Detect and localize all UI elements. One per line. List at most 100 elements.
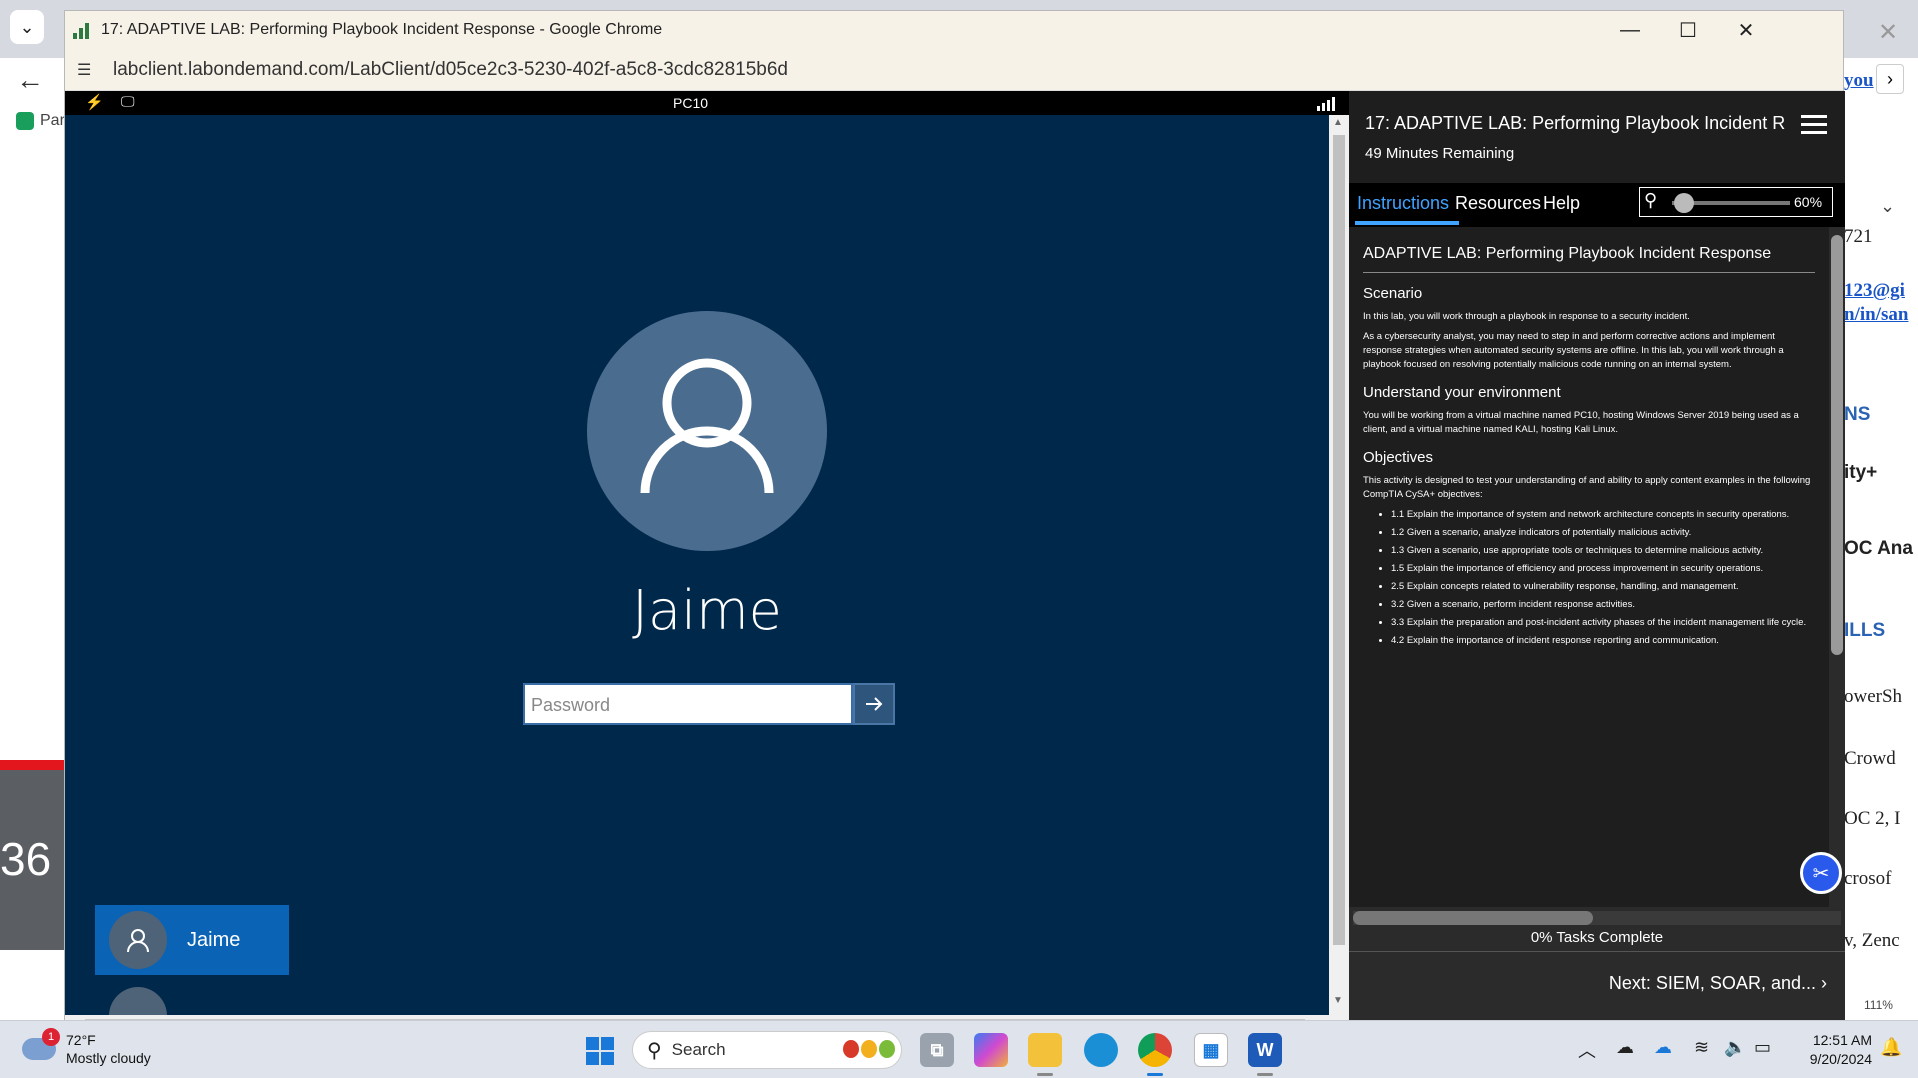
file-explorer-icon[interactable] bbox=[1028, 1033, 1062, 1067]
task-view-icon[interactable]: ⧉ bbox=[920, 1033, 954, 1067]
panel-scroll-thumb[interactable] bbox=[1831, 235, 1843, 655]
site-info-icon[interactable]: ☰ bbox=[77, 60, 97, 80]
background-text-fragment[interactable]: n/in/san bbox=[1844, 304, 1918, 326]
chevron-down-icon[interactable]: ⌄ bbox=[1880, 196, 1895, 217]
search-highlight-icon bbox=[843, 1040, 895, 1058]
weather-condition: Mostly cloudy bbox=[66, 1050, 151, 1066]
chevron-right-icon: › bbox=[1821, 973, 1827, 993]
maximize-button[interactable]: ☐ bbox=[1659, 11, 1717, 49]
scenario-paragraph-1: In this lab, you will work through a pla… bbox=[1363, 311, 1690, 322]
background-text-fragment: OC Ana bbox=[1844, 538, 1913, 559]
background-text-fragment: 721 bbox=[1844, 226, 1873, 247]
scissors-icon[interactable]: ✂ bbox=[1800, 852, 1842, 894]
minimize-button[interactable]: — bbox=[1601, 11, 1659, 49]
url-text[interactable]: labclient.labondemand.com/LabClient/d05c… bbox=[113, 59, 788, 81]
password-input[interactable] bbox=[531, 689, 831, 721]
submit-arrow-button[interactable] bbox=[853, 683, 895, 725]
password-field-frame[interactable] bbox=[523, 683, 853, 725]
user-tile-avatar bbox=[109, 911, 167, 969]
user-tile-jaime[interactable]: Jaime bbox=[95, 905, 289, 975]
zoom-slider-knob[interactable] bbox=[1674, 193, 1694, 213]
red-progress-line bbox=[0, 760, 64, 770]
taskbar-search[interactable]: ⚲ Search bbox=[632, 1031, 902, 1069]
background-text-fragment[interactable]: 123@gi bbox=[1844, 280, 1918, 302]
task-progress-text: 0% Tasks Complete bbox=[1530, 929, 1664, 946]
background-text-fragment: NS bbox=[1844, 404, 1871, 425]
explorer-running-indicator bbox=[1037, 1073, 1053, 1076]
weather-widget[interactable]: 1 72°F Mostly cloudy bbox=[22, 1028, 151, 1067]
tab-help[interactable]: Help bbox=[1543, 193, 1580, 214]
temperature: 72°F bbox=[66, 1032, 96, 1048]
vm-login-screen: Jaime Jaime bbox=[65, 115, 1329, 1015]
objective-item: 3.2 Given a scenario, perform incident r… bbox=[1391, 598, 1815, 612]
address-bar[interactable]: ☰ labclient.labondemand.com/LabClient/d0… bbox=[65, 49, 1843, 91]
tab-instructions[interactable]: Instructions bbox=[1357, 193, 1449, 214]
chrome-icon[interactable] bbox=[1138, 1033, 1172, 1067]
lab-instructions-panel: 17: ADAPTIVE LAB: Performing Playbook In… bbox=[1349, 91, 1845, 1021]
close-button[interactable]: ✕ bbox=[1717, 11, 1775, 49]
task-progress-bar bbox=[1353, 911, 1841, 925]
background-close-icon[interactable]: ✕ bbox=[1878, 18, 1898, 47]
objective-item: 1.2 Given a scenario, analyze indicators… bbox=[1391, 526, 1815, 540]
system-clock[interactable]: 12:51 AM 9/20/2024 bbox=[1792, 1031, 1872, 1069]
lab-browser-window: 17: ADAPTIVE LAB: Performing Playbook In… bbox=[64, 10, 1845, 1035]
taskbar: 1 72°F Mostly cloudy ⚲ Search ⧉ ▦ W ︿ ☁ … bbox=[0, 1020, 1918, 1078]
clock-date: 9/20/2024 bbox=[1809, 1051, 1872, 1067]
scroll-up-icon[interactable]: ▲ bbox=[1333, 117, 1343, 128]
notification-bell-icon[interactable]: 🔔 bbox=[1880, 1037, 1902, 1058]
search-label: Search bbox=[671, 1040, 726, 1059]
onedrive-sync-icon[interactable]: ☁ bbox=[1654, 1037, 1672, 1058]
back-arrow-icon[interactable]: ← bbox=[16, 64, 44, 96]
copilot-icon[interactable] bbox=[974, 1033, 1008, 1067]
background-text-fragment: owerSh bbox=[1844, 686, 1903, 707]
vm-toolbar: ⚡ 🖵 PC10 bbox=[65, 91, 1349, 115]
arrow-right-icon bbox=[866, 697, 883, 711]
next-button[interactable]: Next: SIEM, SOAR, and... › bbox=[1609, 973, 1827, 994]
window-title: 17: ADAPTIVE LAB: Performing Playbook In… bbox=[101, 21, 663, 38]
tab-resources[interactable]: Resources bbox=[1455, 193, 1541, 214]
objective-item: 2.5 Explain concepts related to vulnerab… bbox=[1391, 580, 1815, 594]
menu-icon[interactable] bbox=[1801, 115, 1827, 139]
zoom-control[interactable]: ⚲ 60% bbox=[1639, 187, 1833, 217]
chrome-active-indicator bbox=[1147, 1073, 1163, 1076]
edge-icon[interactable] bbox=[1084, 1033, 1118, 1067]
microsoft-store-icon[interactable]: ▦ bbox=[1194, 1033, 1228, 1067]
panel-scrollbar[interactable] bbox=[1829, 227, 1845, 907]
lab-app-icon bbox=[73, 21, 91, 39]
next-label: Next: SIEM, SOAR, and... bbox=[1608, 973, 1816, 993]
background-tab[interactable]: Par bbox=[16, 112, 65, 130]
onedrive-icon[interactable]: ☁ bbox=[1616, 1037, 1634, 1058]
objective-item: 1.5 Explain the importance of efficiency… bbox=[1391, 562, 1815, 576]
battery-icon[interactable]: ▭ bbox=[1754, 1037, 1771, 1058]
objectives-paragraph: This activity is designed to test your u… bbox=[1363, 475, 1811, 500]
background-text-fragment[interactable]: you bbox=[1844, 70, 1918, 92]
objectives-list: 1.1 Explain the importance of system and… bbox=[1391, 508, 1815, 648]
tab-search-button[interactable]: ⌄ bbox=[10, 10, 44, 44]
active-tab-indicator bbox=[1355, 221, 1459, 225]
panel-footer: 0% Tasks Complete Next: SIEM, SOAR, and.… bbox=[1349, 907, 1845, 1021]
scroll-down-icon[interactable]: ▼ bbox=[1333, 995, 1343, 1006]
magnifier-icon: ⚲ bbox=[1644, 190, 1658, 210]
tab-favicon-icon bbox=[16, 112, 34, 130]
background-text-fragment: OC 2, I bbox=[1844, 808, 1901, 829]
user-icon bbox=[127, 929, 149, 953]
title-bar: 17: ADAPTIVE LAB: Performing Playbook In… bbox=[65, 11, 1843, 49]
cloud-icon: 1 bbox=[22, 1028, 60, 1060]
word-icon[interactable]: W bbox=[1248, 1033, 1282, 1067]
word-running-indicator bbox=[1257, 1073, 1273, 1076]
background-text-fragment: ILLS bbox=[1844, 620, 1886, 641]
user-avatar bbox=[587, 311, 827, 551]
vm-vertical-scrollbar[interactable]: ▲ ▼ bbox=[1329, 115, 1349, 1015]
environment-heading: Understand your environment bbox=[1363, 384, 1561, 401]
search-icon: ⚲ bbox=[647, 1039, 662, 1062]
wifi-icon[interactable]: ≋ bbox=[1694, 1037, 1709, 1058]
scroll-thumb[interactable] bbox=[1333, 135, 1345, 945]
time-remaining: 49 Minutes Remaining bbox=[1365, 145, 1515, 162]
volume-icon[interactable]: 🔈 bbox=[1724, 1037, 1746, 1058]
clock-time: 12:51 AM bbox=[1812, 1032, 1872, 1048]
start-button[interactable] bbox=[586, 1037, 614, 1065]
user-tile-other[interactable] bbox=[109, 987, 167, 1015]
monitor-icon[interactable]: 🖵 bbox=[121, 93, 135, 110]
chevron-up-icon[interactable]: ︿ bbox=[1578, 1037, 1596, 1063]
power-icon[interactable]: ⚡ bbox=[85, 93, 104, 111]
